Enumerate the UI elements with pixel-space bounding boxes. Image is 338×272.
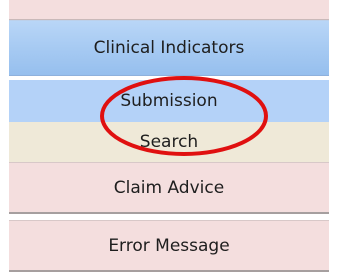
submenu-item-label: Submission — [120, 91, 218, 111]
menu-item-label: Error Message — [108, 235, 230, 256]
menu-item-error-message[interactable]: Error Message — [9, 220, 329, 272]
menu-item-label: Claim Advice — [113, 177, 225, 198]
navigation-menu: Clinical Indicators Submission Search Cl… — [0, 0, 338, 272]
submenu-item-submission[interactable]: Submission — [9, 80, 329, 122]
submenu-item-label: Search — [139, 132, 199, 152]
menu-item-claim-advice[interactable]: Claim Advice — [9, 162, 329, 214]
menu-item-clinical-indicators[interactable]: Clinical Indicators — [9, 20, 329, 76]
menu-top-edge — [9, 0, 329, 20]
menu-item-label: Clinical Indicators — [93, 38, 245, 58]
submenu-item-search[interactable]: Search — [9, 122, 329, 162]
